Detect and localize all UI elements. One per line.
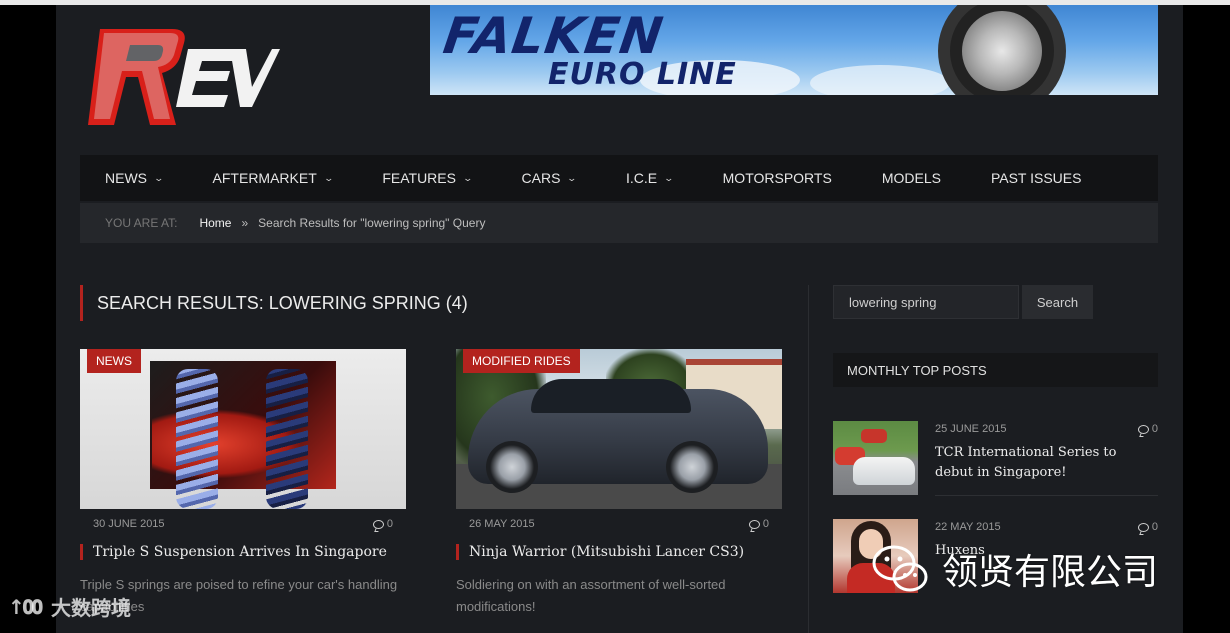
watermark-text: 领贤有限公司 (942, 552, 1159, 593)
comment-count[interactable]: 0 (1137, 423, 1158, 435)
post-meta: 30 JUNE 2015 0 (80, 518, 406, 530)
breadcrumb: YOU ARE AT: Home » Search Results for "l… (80, 203, 1158, 243)
race-car-image (861, 429, 887, 443)
car-wheel (486, 441, 538, 493)
spring-image (266, 369, 308, 509)
car-windshield (531, 379, 691, 413)
car-wheel (666, 441, 718, 493)
chevron-down-icon: ⌄ (153, 172, 165, 183)
breadcrumb-label: YOU ARE AT: (105, 216, 178, 230)
comment-count[interactable]: 0 (372, 518, 393, 530)
comment-count[interactable]: 0 (748, 518, 769, 530)
column-divider (808, 285, 809, 633)
comment-number: 0 (386, 518, 393, 530)
chevron-down-icon: ⌄ (566, 172, 578, 183)
nav-label: NEWS (105, 170, 147, 186)
comment-number: 0 (1151, 521, 1158, 533)
chevron-down-icon: ⌄ (323, 172, 334, 183)
banner-cloud (810, 65, 950, 95)
nav-item-models[interactable]: MODELS (857, 170, 966, 186)
breadcrumb-home-link[interactable]: Home (199, 216, 231, 230)
post-date: 30 JUNE 2015 (93, 518, 165, 530)
nav-item-news[interactable]: NEWS ⌄ (80, 170, 188, 186)
wechat-icon (870, 541, 930, 597)
comment-icon (1137, 522, 1149, 532)
page-title: SEARCH RESULTS: LOWERING SPRING (4) (80, 285, 468, 321)
widget-title: MONTHLY TOP POSTS (833, 353, 1158, 387)
search-button[interactable]: Search (1022, 285, 1093, 319)
comment-number: 0 (762, 518, 769, 530)
comment-icon (1137, 424, 1149, 434)
banner-tagline: EURO LINE (548, 57, 737, 92)
nav-label: PAST ISSUES (990, 170, 1082, 186)
nav-item-past-issues[interactable]: PAST ISSUES (966, 170, 1107, 186)
watermark-left: ↑𝟎𝟎 大数跨境 (8, 592, 131, 621)
category-badge[interactable]: MODIFIED RIDES (463, 349, 580, 373)
sidebar-divider (935, 495, 1158, 496)
top-post-date: 22 MAY 2015 (935, 521, 1001, 533)
nav-item-motorsports[interactable]: MOTORSPORTS (698, 170, 857, 186)
post-excerpt: Soldiering on with an assortment of well… (456, 577, 726, 614)
post-thumbnail[interactable]: MODIFIED RIDES (456, 349, 782, 509)
comment-number: 0 (1151, 423, 1158, 435)
nav-label: FEATURES (382, 170, 456, 186)
post-card: MODIFIED RIDES 26 MAY 2015 0 Ninja Warri… (456, 349, 782, 618)
search-input[interactable]: lowering spring (833, 285, 1019, 319)
post-meta: 26 MAY 2015 0 (456, 518, 782, 530)
nav-label: I.C.E (625, 170, 658, 186)
post-thumbnail[interactable]: NEWS (80, 349, 406, 509)
nav-item-ice[interactable]: I.C.E ⌄ (601, 170, 698, 186)
post-date: 26 MAY 2015 (469, 518, 535, 530)
main-navigation: NEWS ⌄ AFTERMARKET ⌄ FEATURES ⌄ CARS ⌄ I.C.E… (80, 155, 1158, 201)
nav-label: MOTORSPORTS (722, 170, 832, 186)
nav-label: CARS (521, 170, 561, 186)
nav-item-features[interactable]: FEATURES ⌄ (357, 170, 496, 186)
comment-count[interactable]: 0 (1137, 521, 1158, 533)
watermark-logo-icon: ↑𝟎𝟎 (8, 594, 43, 619)
tire-image (938, 5, 1066, 95)
post-title-link[interactable]: Triple S Suspension Arrives In Singapore (80, 544, 406, 560)
comment-icon (372, 519, 384, 529)
post-title-link[interactable]: Ninja Warrior (Mitsubishi Lancer CS3) (456, 544, 782, 560)
watermark-text: 大数跨境 (51, 596, 131, 620)
post-card: NEWS 30 JUNE 2015 0 Triple S Suspension … (80, 349, 406, 618)
breadcrumb-current: Search Results for "lowering spring" Que… (258, 216, 486, 230)
rev-logo-icon (88, 29, 280, 125)
breadcrumb-separator: » (241, 216, 249, 230)
comment-icon (748, 519, 760, 529)
race-car-image (853, 457, 915, 485)
site-logo[interactable] (80, 25, 280, 130)
watermark-right: 领贤有限公司 (870, 537, 1158, 601)
top-post-thumbnail[interactable] (833, 421, 918, 495)
chevron-down-icon: ⌄ (462, 172, 474, 183)
nav-item-cars[interactable]: CARS ⌄ (497, 170, 601, 186)
nav-label: AFTERMARKET (212, 170, 317, 186)
top-post-item: 25 JUNE 2015 0 TCR International Series … (833, 421, 1158, 497)
advertisement-banner[interactable]: FALKEN EURO LINE (430, 5, 1158, 95)
spring-image (176, 369, 218, 509)
top-post-title-link[interactable]: TCR International Series to debut in Sin… (935, 443, 1158, 483)
chevron-down-icon: ⌄ (663, 172, 675, 183)
nav-item-aftermarket[interactable]: AFTERMARKET ⌄ (188, 170, 358, 186)
category-badge[interactable]: NEWS (87, 349, 141, 373)
top-post-date: 25 JUNE 2015 (935, 423, 1007, 435)
nav-label: MODELS (881, 170, 941, 186)
